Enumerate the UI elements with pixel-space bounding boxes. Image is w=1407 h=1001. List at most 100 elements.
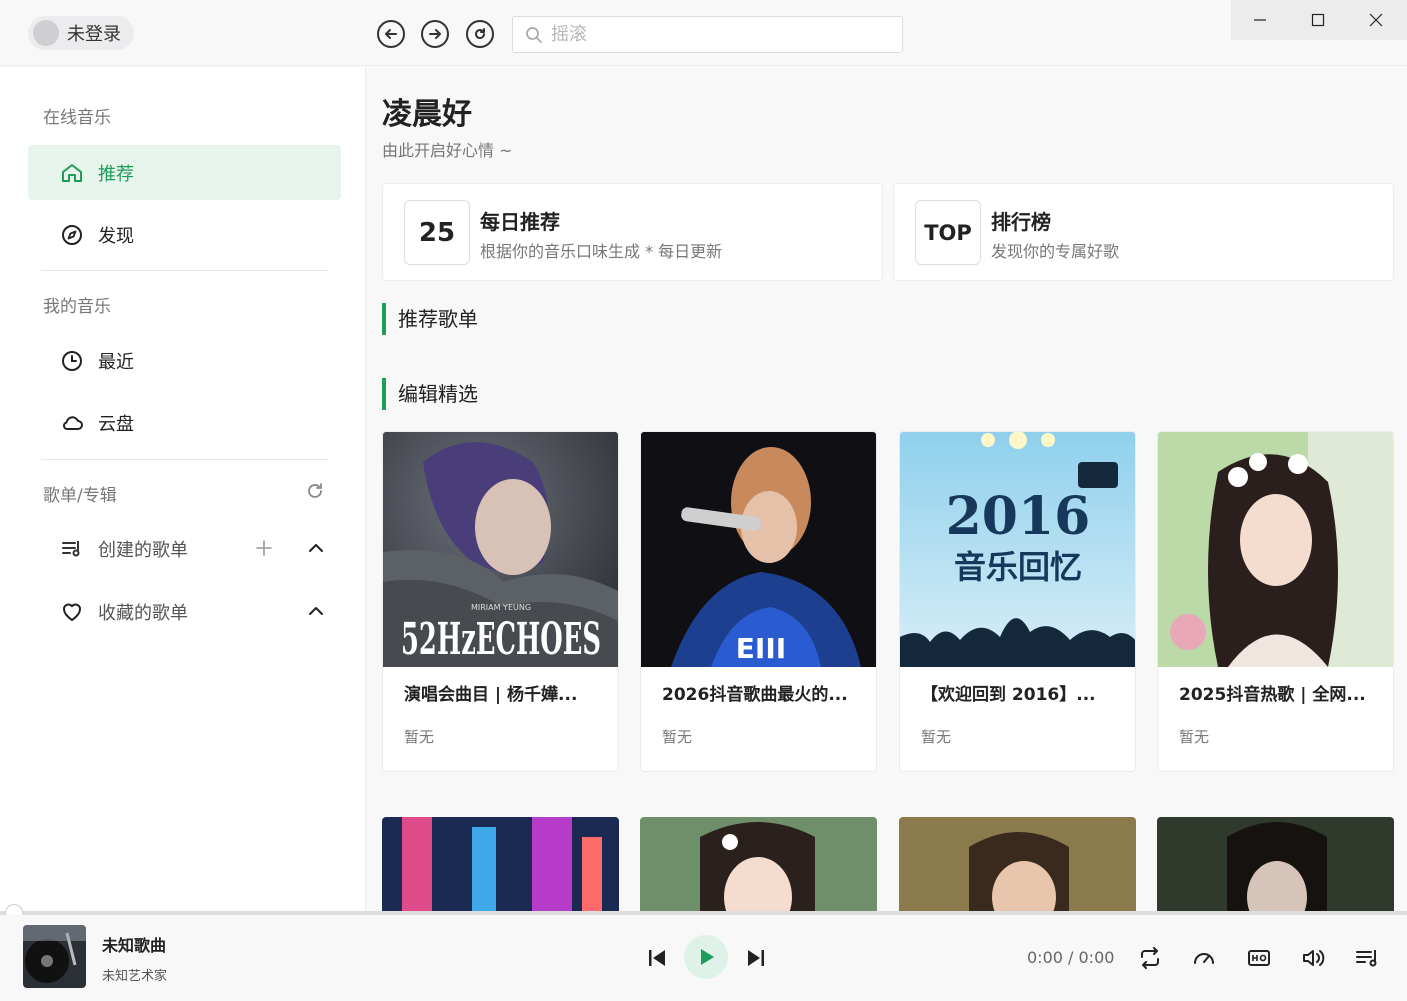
refresh-button[interactable] — [466, 20, 494, 48]
playlist-title: 2026抖音歌曲最火的... — [662, 685, 848, 705]
search-input[interactable] — [551, 24, 881, 45]
repeat-button[interactable] — [1137, 945, 1163, 971]
playlist-cover — [1158, 432, 1393, 667]
playlist-cover: EIII — [641, 432, 876, 667]
refresh-playlists-icon[interactable] — [304, 480, 326, 502]
playlist-icon — [62, 541, 80, 557]
quality-button[interactable] — [1246, 945, 1272, 971]
playlist-subtitle: 暂无 — [921, 728, 952, 746]
playlist-cover — [382, 817, 619, 913]
avatar — [33, 20, 59, 46]
playlist-card[interactable] — [640, 817, 877, 913]
arrow-right-icon — [429, 29, 441, 39]
playlist-subtitle: 暂无 — [1179, 728, 1210, 746]
previous-button[interactable] — [645, 946, 669, 970]
section-title-my: 我的音乐 — [43, 297, 111, 317]
playlist-title: 2025抖音热歌 | 全网... — [1179, 685, 1366, 705]
heart-icon — [63, 603, 81, 621]
card-title: 每日推荐 — [480, 210, 560, 234]
date-badge: 25 — [404, 200, 470, 265]
cover-subtitle: 音乐回忆 — [954, 548, 1082, 586]
playlist-subtitle: 暂无 — [404, 728, 435, 746]
app-window: 未登录 在线音乐 — [0, 0, 1407, 1001]
daily-recommend-card[interactable]: 25 每日推荐 根据你的音乐口味生成 * 每日更新 — [382, 183, 883, 281]
cover-year: 2016 — [946, 486, 1091, 547]
arrow-left-icon — [385, 29, 397, 39]
back-button[interactable] — [377, 20, 405, 48]
sidebar-item-recommend[interactable]: 推荐 — [28, 145, 341, 200]
svg-text:EIII: EIII — [736, 632, 786, 665]
chevron-up-icon[interactable] — [305, 600, 327, 622]
playlist-cover: 2016 音乐回忆 — [900, 432, 1135, 667]
now-playing-cover[interactable] — [23, 925, 86, 988]
card-desc: 根据你的音乐口味生成 * 每日更新 — [480, 242, 723, 261]
song-artist: 未知艺术家 — [102, 969, 168, 984]
greeting-title: 凌晨好 — [382, 97, 472, 132]
cover-title: 52HzECHOES — [401, 614, 601, 665]
section-title-playlists: 歌单/专辑 — [43, 486, 117, 506]
refresh-icon — [475, 28, 486, 40]
user-name: 未登录 — [67, 24, 121, 45]
sidebar-item-recent[interactable]: 最近 — [28, 333, 341, 388]
close-icon — [1369, 13, 1383, 27]
playlist-card[interactable] — [382, 817, 619, 913]
forward-button[interactable] — [421, 20, 449, 48]
play-button[interactable] — [684, 935, 728, 979]
home-icon — [62, 163, 82, 182]
speedometer-icon — [1194, 953, 1214, 964]
search-box[interactable] — [512, 16, 903, 53]
divider — [41, 459, 328, 460]
volume-button[interactable] — [1300, 945, 1326, 971]
minimize-icon — [1254, 19, 1266, 21]
main-content: 凌晨好 由此开启好心情 ~ 25 每日推荐 根据你的音乐口味生成 * 每日更新 … — [367, 67, 1407, 913]
sidebar-item-created-playlists[interactable]: 创建的歌单 — [28, 524, 341, 574]
playlist-title: 【欢迎回到 2016】... — [921, 685, 1096, 705]
playlist-subtitle: 暂无 — [662, 728, 693, 746]
playlist-card[interactable] — [1157, 817, 1394, 913]
cloud-icon — [62, 415, 83, 430]
playlist-card[interactable]: 2025抖音热歌 | 全网... 暂无 — [1157, 431, 1394, 772]
card-title: 排行榜 — [991, 210, 1051, 234]
sidebar-item-label: 推荐 — [98, 163, 134, 185]
sidebar-item-label: 最近 — [98, 351, 134, 373]
charts-card[interactable]: TOP 排行榜 发现你的专属好歌 — [893, 183, 1394, 281]
player-bar: 未知歌曲 未知艺术家 0:00 / 0:00 — [0, 915, 1407, 1001]
time-display: 0:00 / 0:00 — [1027, 948, 1115, 967]
minimize-button[interactable] — [1231, 0, 1289, 40]
close-button[interactable] — [1347, 0, 1405, 40]
section-title-online: 在线音乐 — [43, 108, 111, 128]
created-actions — [253, 537, 327, 559]
playlist-card[interactable]: EIII 2026抖音歌曲最火的... 暂无 — [640, 431, 877, 772]
playlist-card[interactable] — [899, 817, 1136, 913]
compass-icon — [62, 224, 82, 245]
queue-icon — [1356, 950, 1377, 967]
sidebar-item-label: 云盘 — [98, 413, 134, 435]
play-icon — [701, 949, 714, 965]
cover-caption: MIRIAM YEUNG — [471, 603, 531, 612]
skip-previous-icon — [649, 950, 665, 966]
playlist-card[interactable]: MIRIAM YEUNG 52HzECHOES 演唱会曲目 | 杨千嬅... 暂… — [382, 431, 619, 772]
volume-icon — [1303, 950, 1325, 966]
chevron-up-icon[interactable] — [305, 537, 327, 559]
top-badge: TOP — [915, 200, 981, 265]
greeting-subtitle: 由此开启好心情 ~ — [382, 141, 513, 160]
plus-icon[interactable] — [253, 537, 275, 559]
playlist-cover — [1157, 817, 1394, 913]
section-recommended-playlists: 推荐歌单 — [382, 303, 478, 335]
sidebar-item-cloud[interactable]: 云盘 — [28, 395, 341, 450]
song-title: 未知歌曲 — [102, 936, 167, 955]
next-button[interactable] — [744, 946, 768, 970]
maximize-button[interactable] — [1289, 0, 1347, 40]
sidebar: 在线音乐 推荐 发现 我的音乐 最近 云盘 歌单/专辑 创建的歌单 收藏的歌单 — [0, 67, 366, 913]
playlist-card[interactable]: 2016 音乐回忆 【欢迎回到 2016】... 暂无 — [899, 431, 1136, 772]
section-editor-picks: 编辑精选 — [382, 378, 478, 410]
sidebar-item-discover[interactable]: 发现 — [28, 207, 341, 262]
hq-icon — [1248, 950, 1270, 966]
card-desc: 发现你的专属好歌 — [991, 242, 1120, 261]
playlist-queue-button[interactable] — [1354, 945, 1380, 971]
skip-next-icon — [748, 950, 764, 966]
speed-button[interactable] — [1191, 945, 1217, 971]
sidebar-item-collected-playlists[interactable]: 收藏的歌单 — [28, 587, 341, 637]
login-button[interactable]: 未登录 — [28, 16, 134, 50]
search-icon — [526, 26, 542, 43]
